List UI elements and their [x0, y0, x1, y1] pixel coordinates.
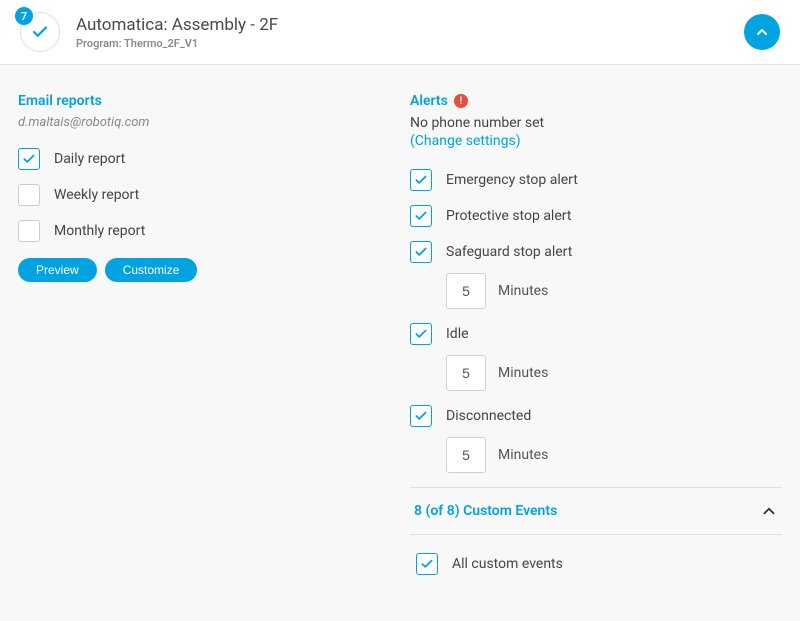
title-block: Automatica: Assembly - 2F Program: Therm…	[76, 15, 278, 50]
safeguard-minutes-label: Minutes	[498, 283, 548, 299]
disconnected-minutes-input[interactable]	[446, 437, 486, 473]
email-reports-title: Email reports	[18, 93, 390, 109]
change-settings-link[interactable]: (Change settings)	[410, 133, 521, 149]
no-phone-text: No phone number set	[410, 115, 782, 131]
disconnected-minutes-label: Minutes	[498, 447, 548, 463]
weekly-report-row: Weekly report	[18, 184, 390, 206]
custom-events-title: 8 (of 8) Custom Events	[414, 503, 557, 519]
emergency-stop-checkbox[interactable]	[410, 169, 432, 191]
header-left: 7 Automatica: Assembly - 2F Program: The…	[20, 12, 278, 52]
all-custom-events-checkbox[interactable]	[416, 553, 438, 575]
program-subtitle: Program: Thermo_2F_V1	[76, 37, 278, 50]
preview-button[interactable]: Preview	[18, 258, 97, 282]
check-icon	[420, 557, 434, 571]
check-icon	[414, 409, 428, 423]
check-icon	[414, 173, 428, 187]
safeguard-stop-row: Safeguard stop alert	[410, 241, 782, 263]
alerts-title-text: Alerts	[410, 93, 448, 109]
idle-checkbox[interactable]	[410, 323, 432, 345]
customize-button[interactable]: Customize	[105, 258, 198, 282]
weekly-report-label: Weekly report	[54, 187, 139, 203]
report-buttons: Preview Customize	[18, 258, 390, 282]
daily-report-checkbox[interactable]	[18, 148, 40, 170]
alert-warning-icon: !	[454, 94, 468, 108]
check-icon	[414, 327, 428, 341]
collapse-button[interactable]	[744, 14, 780, 50]
monthly-report-checkbox[interactable]	[18, 220, 40, 242]
monthly-report-label: Monthly report	[54, 223, 145, 239]
emergency-stop-row: Emergency stop alert	[410, 169, 782, 191]
disconnected-label: Disconnected	[446, 408, 531, 424]
email-address: d.maltais@robotiq.com	[18, 115, 390, 130]
idle-label: Idle	[446, 326, 469, 342]
safeguard-stop-checkbox[interactable]	[410, 241, 432, 263]
daily-report-row: Daily report	[18, 148, 390, 170]
badge-count: 7	[15, 7, 33, 25]
chevron-up-icon	[754, 24, 770, 40]
protective-stop-label: Protective stop alert	[446, 208, 571, 224]
content: Email reports d.maltais@robotiq.com Dail…	[0, 65, 800, 621]
all-custom-events-row: All custom events	[416, 553, 776, 575]
weekly-report-checkbox[interactable]	[18, 184, 40, 206]
safeguard-minutes-row: Minutes	[446, 273, 782, 309]
protective-stop-checkbox[interactable]	[410, 205, 432, 227]
safeguard-minutes-input[interactable]	[446, 273, 486, 309]
page-title: Automatica: Assembly - 2F	[76, 15, 278, 35]
check-icon	[414, 245, 428, 259]
idle-row: Idle	[410, 323, 782, 345]
custom-events-body: All custom events	[410, 535, 782, 593]
alerts-column: Alerts ! No phone number set (Change set…	[410, 93, 782, 593]
idle-minutes-label: Minutes	[498, 365, 548, 381]
idle-minutes-row: Minutes	[446, 355, 782, 391]
monthly-report-row: Monthly report	[18, 220, 390, 242]
protective-stop-row: Protective stop alert	[410, 205, 782, 227]
check-icon	[414, 209, 428, 223]
station-icon-circle[interactable]: 7	[20, 12, 60, 52]
disconnected-minutes-row: Minutes	[446, 437, 782, 473]
disconnected-checkbox[interactable]	[410, 405, 432, 427]
email-reports-column: Email reports d.maltais@robotiq.com Dail…	[18, 93, 390, 593]
safeguard-stop-label: Safeguard stop alert	[446, 244, 572, 260]
emergency-stop-label: Emergency stop alert	[446, 172, 578, 188]
header: 7 Automatica: Assembly - 2F Program: The…	[0, 0, 800, 65]
chevron-up-icon	[760, 502, 778, 520]
idle-minutes-input[interactable]	[446, 355, 486, 391]
check-icon	[31, 23, 49, 41]
daily-report-label: Daily report	[54, 151, 125, 167]
custom-events-header[interactable]: 8 (of 8) Custom Events	[410, 487, 782, 535]
alerts-title: Alerts !	[410, 93, 782, 109]
all-custom-events-label: All custom events	[452, 556, 563, 572]
disconnected-row: Disconnected	[410, 405, 782, 427]
check-icon	[22, 152, 36, 166]
